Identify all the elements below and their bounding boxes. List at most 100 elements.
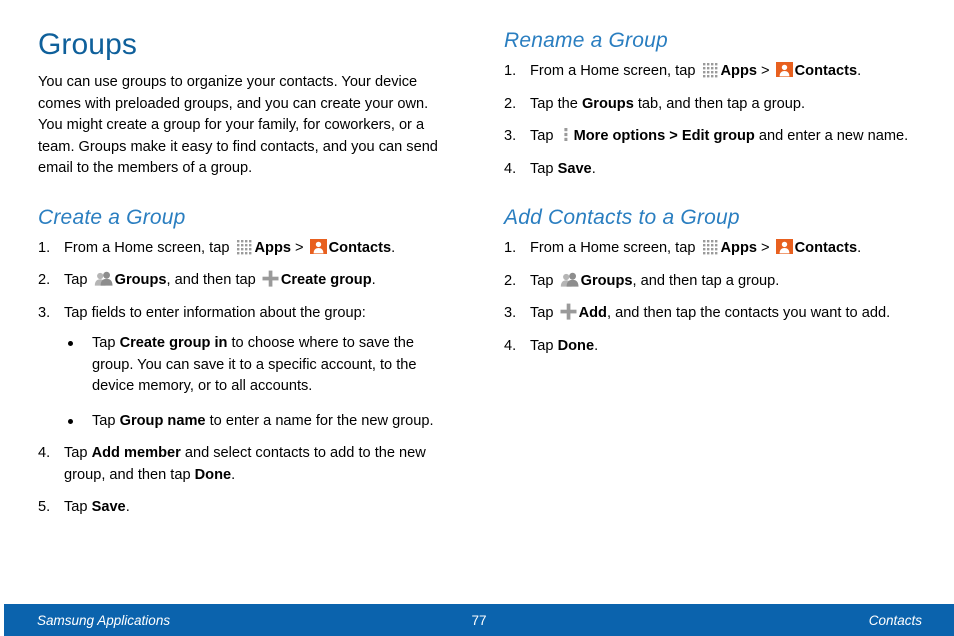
list-item: 2. Tap the Groups tab, and then tap a gro… [504, 94, 918, 116]
apps-grid-icon [236, 238, 253, 255]
text-run: , and then tap a group. [632, 272, 780, 289]
text-run: . [125, 499, 130, 515]
text-run: . [594, 337, 599, 354]
emphasis-text: Contacts [328, 239, 392, 256]
more-options-icon [562, 126, 570, 143]
document-page: Groups You can use groups to organize yo… [0, 0, 954, 636]
groups-icon [94, 270, 113, 287]
list-item-number: 1. [38, 239, 51, 256]
left-column: Groups You can use groups to organize yo… [38, 28, 452, 519]
text-run: and enter a new name. [754, 128, 909, 144]
list-item: 1. From a Home screen, tap Apps > Contact… [504, 238, 918, 260]
list-item-text: Tap the Groups tab, and then tap a group… [530, 96, 805, 112]
text-run: > [291, 239, 308, 256]
list-item-number: 4. [504, 337, 517, 354]
text-run: . [857, 63, 862, 79]
page-footer: Samsung Applications 77 Contacts [4, 604, 954, 636]
page-title: Groups [38, 28, 137, 61]
section-rename-a-group: Rename a Group 1. From a Home screen, tap… [504, 28, 918, 180]
sub-list-item-text: Tap Group name to enter a name for the n… [92, 413, 434, 429]
steps-list: 1. From a Home screen, tap Apps > Contact… [504, 61, 918, 180]
list-item: 1. From a Home screen, tap Apps > Contact… [38, 238, 452, 260]
emphasis-text: Add [578, 305, 607, 321]
list-item: 2. Tap Groups, and then tap Create group. [38, 270, 452, 292]
list-item-text: From a Home screen, tap Apps > Contacts. [530, 238, 862, 256]
text-run: Tap [530, 128, 558, 144]
list-item-number: 1. [504, 63, 517, 79]
list-item-text: Tap Save. [530, 161, 596, 177]
footer-page-number: 77 [471, 612, 487, 628]
list-item-text: From a Home screen, tap Apps > Contacts. [530, 61, 862, 79]
text-run: Tap [530, 305, 558, 321]
right-column: Rename a Group 1. From a Home screen, tap… [504, 28, 918, 519]
emphasis-text: Save [557, 160, 592, 177]
emphasis-text: Create group [280, 272, 372, 288]
list-item-text: From a Home screen, tap Apps > Contacts. [64, 238, 396, 256]
list-item-number: 4. [504, 160, 517, 177]
apps-grid-icon [702, 238, 719, 255]
list-item: 2. Tap Groups, and then tap a group. [504, 271, 918, 293]
section-create-a-group: Create a Group 1. From a Home screen, tap… [38, 205, 452, 519]
text-run: Tap [530, 337, 558, 354]
footer-right-label: Contacts [868, 612, 922, 628]
list-item: 4. Tap Save. [504, 159, 918, 181]
list-item: 3. Tap More options > Edit group and ente… [504, 126, 918, 148]
emphasis-text: > [665, 128, 682, 144]
section-heading: Add Contacts to a Group [504, 206, 740, 229]
emphasis-text: Group name [119, 412, 206, 429]
sub-bullet-list: Tap Create group in to choose where to s… [64, 333, 452, 432]
text-run: . [391, 239, 396, 256]
contacts-icon [775, 61, 793, 78]
intro-paragraph: You can use groups to organize your cont… [38, 74, 438, 176]
emphasis-text: Apps [254, 239, 291, 256]
emphasis-text: Edit group [681, 128, 755, 144]
plus-icon [560, 303, 577, 320]
list-item-number: 3. [504, 128, 517, 144]
bullet-dot-icon [68, 341, 73, 346]
text-run: Tap [64, 272, 92, 288]
section-add-contacts-to-a-group: Add Contacts to a Group 1. From a Home sc… [504, 205, 918, 357]
section-heading: Rename a Group [504, 29, 668, 52]
list-item: 1. From a Home screen, tap Apps > Contact… [504, 61, 918, 83]
text-run: > [757, 240, 774, 256]
list-item-text: Tap fields to enter information about th… [64, 305, 366, 321]
emphasis-text: Groups [581, 95, 634, 112]
emphasis-text: Done [557, 337, 595, 354]
emphasis-text: More options [573, 128, 666, 144]
text-run: From a Home screen, tap [530, 63, 700, 79]
list-item-number: 2. [38, 272, 51, 288]
list-item: 3. Tap fields to enter information about … [38, 303, 452, 433]
text-run: . [857, 240, 862, 256]
list-item-number: 5. [38, 499, 51, 515]
steps-list: 1. From a Home screen, tap Apps > Contact… [38, 238, 452, 519]
list-item-text: Tap Done. [530, 338, 598, 354]
two-column-layout: Groups You can use groups to organize yo… [38, 28, 918, 519]
list-item: 4. Tap Done. [504, 336, 918, 358]
list-item: 4. Tap Add member and select contacts to … [38, 443, 452, 486]
list-item-text: Tap Groups, and then tap Create group. [64, 270, 376, 288]
steps-list: 1. From a Home screen, tap Apps > Contact… [504, 238, 918, 357]
text-run: From a Home screen, tap [530, 240, 700, 256]
emphasis-text: Groups [114, 272, 167, 288]
contacts-icon [775, 238, 793, 255]
text-run: Tap [92, 335, 120, 351]
plus-icon [262, 270, 279, 287]
emphasis-text: Contacts [794, 63, 858, 79]
list-item-text: Tap Add member and select contacts to ad… [64, 445, 426, 483]
text-run: From a Home screen, tap [64, 239, 234, 256]
emphasis-text: Apps [720, 63, 757, 79]
list-item-number: 2. [504, 95, 517, 112]
list-item-number: 1. [504, 240, 517, 256]
text-run: to enter a name for the new group. [205, 412, 434, 429]
list-item: 5. Tap Save. [38, 497, 452, 519]
text-run: Tap the [530, 95, 582, 112]
emphasis-text: Groups [580, 272, 633, 289]
emphasis-text: Add member [91, 445, 181, 461]
apps-grid-icon [702, 61, 719, 78]
text-run: . [591, 160, 596, 177]
list-item-number: 2. [504, 272, 517, 289]
bullet-dot-icon [68, 418, 73, 424]
text-run: > [757, 63, 774, 79]
emphasis-text: Save [91, 499, 126, 515]
emphasis-text: Apps [720, 240, 757, 256]
